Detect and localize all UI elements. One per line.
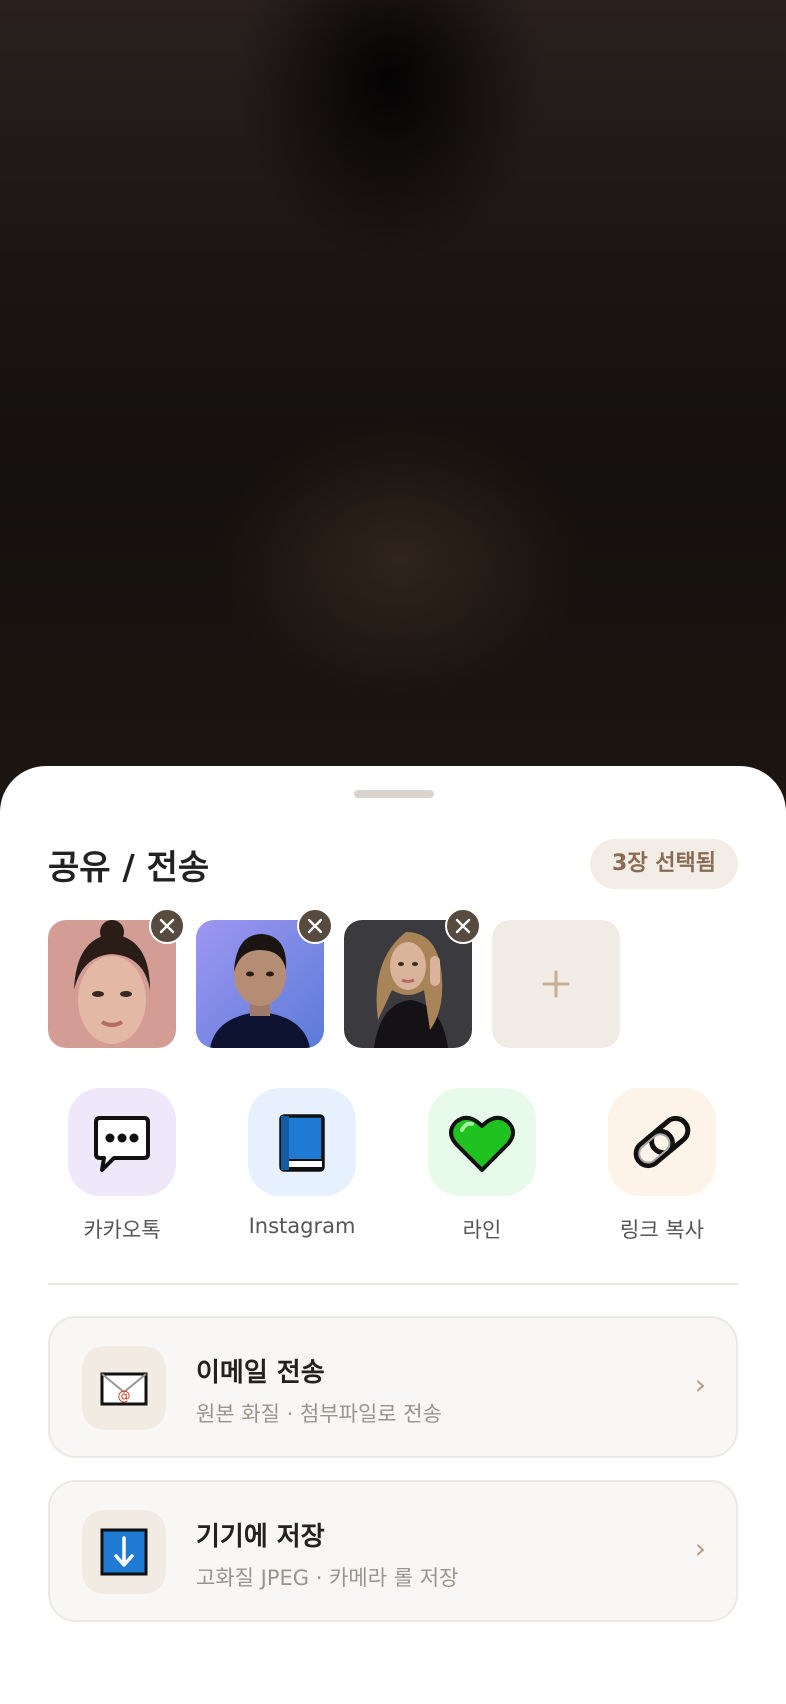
heart-icon xyxy=(449,1115,515,1172)
copy-link-icon-tile xyxy=(608,1088,716,1196)
card-title: 이메일 전송 xyxy=(196,1358,325,1388)
chat-bubble-icon xyxy=(94,1116,150,1172)
close-icon xyxy=(159,918,175,934)
svg-text:@: @ xyxy=(118,1389,131,1404)
book-icon xyxy=(279,1114,325,1172)
email-send-card[interactable]: @ 이메일 전송 원본 화질 · 첨부파일로 전송 › xyxy=(48,1316,738,1458)
share-target-label: Instagram xyxy=(248,1214,356,1238)
share-target-kakaotalk[interactable]: 카카오톡 xyxy=(40,1088,200,1248)
sheet-title: 공유 / 전송 xyxy=(48,848,210,888)
add-photo-button[interactable] xyxy=(492,920,620,1048)
blurred-photo-backdrop xyxy=(0,0,786,800)
remove-photo-2-button[interactable] xyxy=(297,908,333,944)
close-icon xyxy=(455,918,471,934)
remove-photo-3-button[interactable] xyxy=(445,908,481,944)
instagram-icon-tile xyxy=(248,1088,356,1196)
envelope-icon: @ xyxy=(100,1372,148,1406)
card-subtitle: 고화질 JPEG · 카메라 롤 저장 xyxy=(196,1566,459,1590)
sheet-grabber[interactable] xyxy=(354,790,434,798)
card-subtitle: 원본 화질 · 첨부파일로 전송 xyxy=(196,1402,442,1426)
remove-photo-1-button[interactable] xyxy=(149,908,185,944)
kakaotalk-icon-tile xyxy=(68,1088,176,1196)
card-title: 기기에 저장 xyxy=(196,1522,325,1552)
save-icon-tile xyxy=(82,1510,166,1594)
share-target-line[interactable]: 라인 xyxy=(400,1088,560,1248)
share-target-label: 링크 복사 xyxy=(620,1218,704,1242)
share-target-instagram[interactable]: Instagram xyxy=(220,1088,380,1248)
chevron-right-icon: › xyxy=(694,1368,706,1401)
divider xyxy=(48,1283,738,1285)
share-target-label: 라인 xyxy=(462,1218,502,1242)
share-bottom-sheet: 공유 / 전송 3장 선택됨 카카오톡 Instagram 라인 링크 복사 @… xyxy=(0,766,786,1704)
close-icon xyxy=(307,918,323,934)
share-target-copy-link[interactable]: 링크 복사 xyxy=(580,1088,740,1248)
plus-icon xyxy=(542,970,570,998)
chevron-right-icon: › xyxy=(694,1532,706,1565)
save-to-device-card[interactable]: 기기에 저장 고화질 JPEG · 카메라 롤 저장 › xyxy=(48,1480,738,1622)
share-target-label: 카카오톡 xyxy=(83,1218,161,1242)
email-icon-tile: @ xyxy=(82,1346,166,1430)
download-arrow-icon xyxy=(100,1528,148,1576)
selected-count-badge: 3장 선택됨 xyxy=(590,839,738,889)
link-icon xyxy=(633,1115,691,1169)
line-icon-tile xyxy=(428,1088,536,1196)
